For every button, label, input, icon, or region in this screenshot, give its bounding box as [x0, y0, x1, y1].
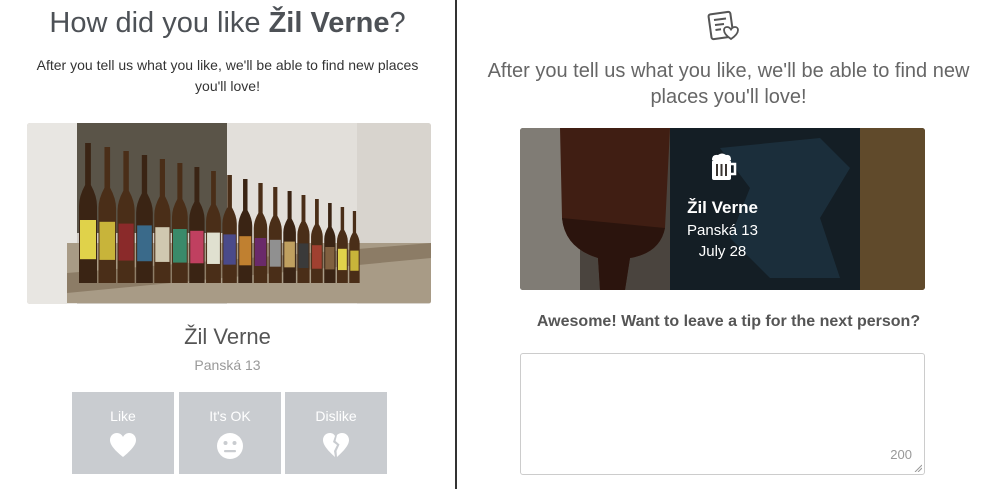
bottle-label-shape	[137, 225, 152, 262]
resize-handle-icon[interactable]	[914, 464, 922, 472]
bottle-label-shape	[269, 239, 281, 267]
venue-card: Žil Verne Panská 13 July 28	[520, 128, 925, 290]
subtitle: After you tell us what you like, we'll b…	[487, 60, 970, 108]
bottle-label-shape	[99, 221, 116, 260]
subtitle: After you tell us what you like, we'll b…	[36, 57, 419, 94]
broken-heart-icon	[323, 433, 349, 457]
bottle-label-shape	[325, 247, 335, 270]
beer-mug-icon	[712, 153, 737, 180]
dislike-button[interactable]: Dislike	[285, 392, 387, 474]
bottle-label-shape	[312, 245, 322, 269]
heart-icon	[110, 433, 136, 457]
bottle-label-shape	[118, 223, 134, 261]
bottle-label-shape	[239, 236, 252, 266]
bottle-label-shape	[207, 232, 220, 264]
tip-panel: After you tell us what you like, we'll b…	[457, 0, 1000, 489]
bottle-label-shape	[298, 243, 309, 269]
card-venue-name: Žil Verne	[687, 198, 758, 217]
card-venue-address: Panská 13	[687, 222, 758, 239]
bottle-label-shape	[155, 227, 170, 262]
rating-panel: How did you like Žil Verne? After you te…	[0, 0, 455, 489]
venue-address: Panská 13	[194, 357, 261, 373]
bottle-label-shape	[190, 230, 204, 264]
like-label: Like	[110, 408, 136, 424]
bottle-label-shape	[223, 234, 236, 265]
bottle-label-shape	[350, 250, 359, 271]
bottle-label-shape	[254, 238, 267, 266]
venue-name: Žil Verne	[184, 324, 271, 349]
bottle-label-shape	[338, 248, 347, 271]
checklist-heart-icon	[707, 10, 739, 41]
tip-question: Awesome! Want to leave a tip for the nex…	[536, 313, 921, 330]
dislike-label: Dislike	[315, 408, 357, 424]
its-ok-button[interactable]: It's OK	[179, 392, 281, 474]
bottle-label-shape	[173, 229, 187, 263]
tip-textarea[interactable]: 200	[520, 353, 925, 475]
neutral-face-icon	[217, 433, 243, 459]
page-title: How did you like Žil Verne?	[0, 7, 455, 40]
character-counter: 200	[890, 447, 912, 462]
title-venue-name: Žil Verne	[268, 7, 390, 39]
like-button[interactable]: Like	[72, 392, 174, 474]
its-ok-label: It's OK	[209, 408, 251, 424]
title-suffix: ?	[389, 7, 406, 39]
bottle-label-shape	[284, 241, 295, 268]
card-visit-date: July 28	[698, 243, 747, 260]
venue-photo	[27, 123, 431, 304]
bottle-label-shape	[80, 220, 96, 260]
title-prefix: How did you like	[49, 7, 269, 39]
